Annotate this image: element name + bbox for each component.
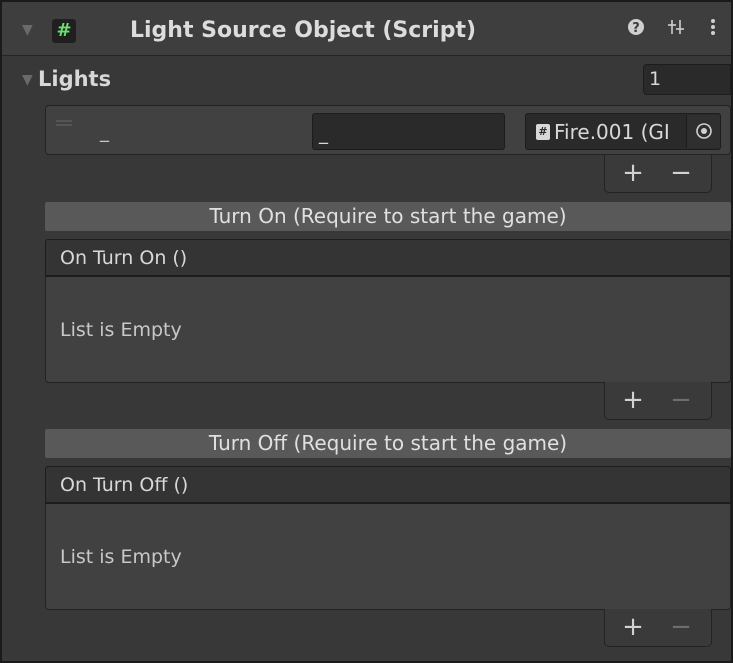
kebab-menu-icon[interactable] bbox=[703, 15, 723, 45]
object-field-value: Fire.001 (GI bbox=[554, 120, 670, 144]
list-empty-text: List is Empty bbox=[60, 546, 182, 568]
component-title: Light Source Object (Script) bbox=[130, 18, 477, 43]
lights-add-remove-footer: + − bbox=[604, 155, 712, 193]
presets-sliders-icon[interactable] bbox=[666, 15, 686, 45]
help-icon[interactable]: ? bbox=[626, 15, 646, 45]
list-empty-text: List is Empty bbox=[60, 319, 182, 341]
script-hash-icon: # bbox=[536, 124, 550, 140]
add-button[interactable]: + bbox=[613, 610, 653, 644]
drag-handle-icon[interactable] bbox=[56, 120, 72, 126]
turn-off-header: Turn Off (Require to start the game) bbox=[45, 429, 731, 458]
remove-button[interactable]: − bbox=[661, 383, 701, 417]
lights-label: Lights bbox=[38, 67, 112, 91]
foldout-arrow-icon[interactable]: ▼ bbox=[22, 22, 33, 38]
remove-button[interactable]: − bbox=[661, 610, 701, 644]
lights-foldout-arrow-icon[interactable]: ▼ bbox=[22, 72, 33, 88]
add-button[interactable]: + bbox=[613, 156, 653, 190]
element-text-field[interactable]: _ bbox=[312, 113, 505, 150]
element-label: _ bbox=[100, 122, 109, 143]
turn-on-add-remove-footer: + − bbox=[604, 382, 712, 420]
turn-off-add-remove-footer: + − bbox=[604, 609, 712, 647]
script-hash-icon: # bbox=[52, 19, 76, 43]
object-field[interactable]: # Fire.001 (GI bbox=[525, 113, 721, 150]
on-turn-on-list: List is Empty bbox=[45, 277, 731, 383]
component-header[interactable]: ▼ # Light Source Object (Script) ? bbox=[2, 2, 731, 56]
turn-on-header: Turn On (Require to start the game) bbox=[45, 202, 731, 231]
object-picker-button[interactable] bbox=[686, 115, 720, 148]
on-turn-off-list: List is Empty bbox=[45, 504, 731, 610]
on-turn-off-event-header: On Turn Off () bbox=[45, 466, 731, 504]
lights-count-field[interactable]: 1 bbox=[643, 64, 731, 95]
add-button[interactable]: + bbox=[613, 383, 653, 417]
on-turn-on-event-header: On Turn On () bbox=[45, 239, 731, 277]
remove-button[interactable]: − bbox=[661, 156, 701, 190]
svg-text:?: ? bbox=[632, 21, 640, 36]
